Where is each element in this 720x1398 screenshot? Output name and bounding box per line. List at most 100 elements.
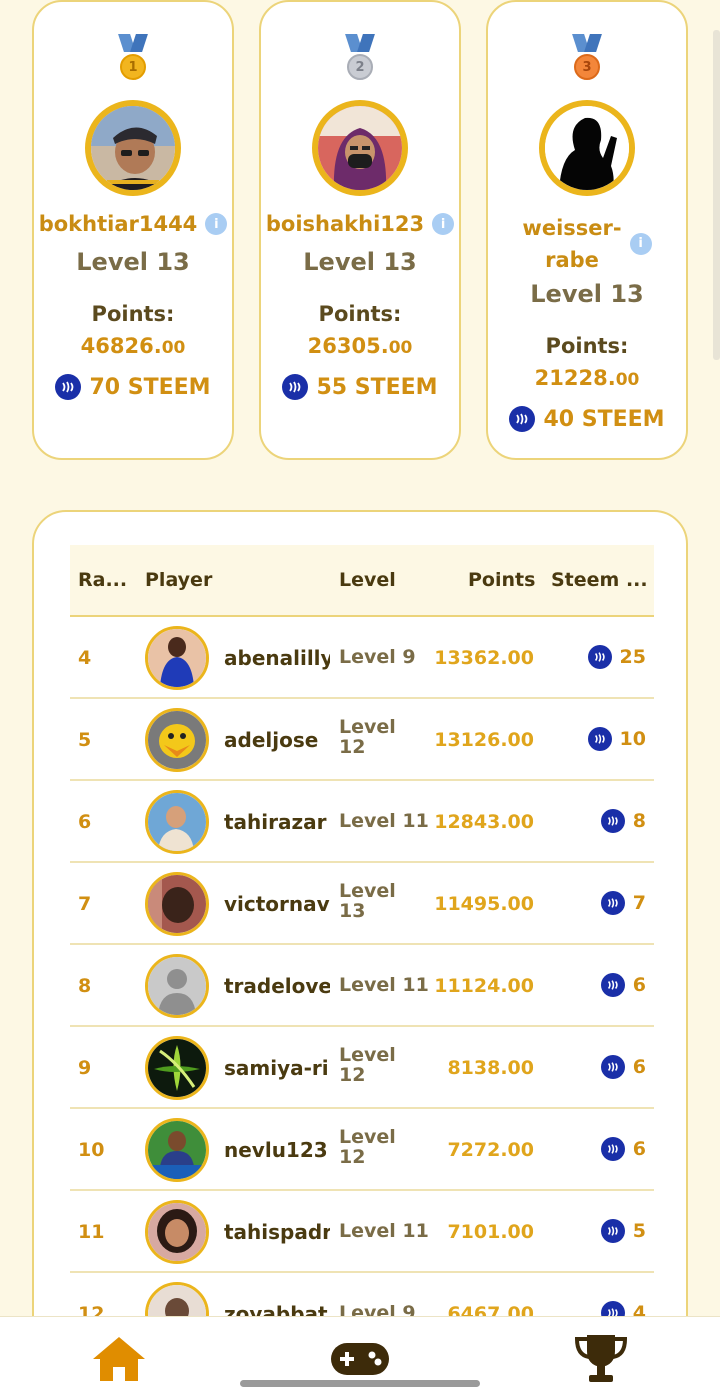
row-level: Level 13 [339, 880, 396, 922]
points-label: Points: [318, 302, 402, 326]
table-row[interactable]: 5 adeljose Level 12 13126.00 10 [70, 699, 654, 781]
podium-level: Level 13 [76, 248, 190, 276]
steem-icon [600, 1137, 625, 1161]
row-player-name[interactable]: tradelove [224, 974, 330, 998]
header-steem[interactable]: Steem ... [551, 569, 648, 591]
info-icon[interactable]: i [205, 213, 228, 235]
podium-level: Level 13 [530, 280, 644, 308]
points-label: Points: [91, 302, 175, 326]
row-rank: 5 [78, 729, 92, 751]
podium-username[interactable]: boishakhi123 i [261, 212, 459, 236]
row-level: Level 11 [339, 974, 429, 996]
avatar[interactable] [85, 100, 181, 196]
row-points: 13126.00 [434, 729, 534, 751]
row-player-name[interactable]: samiya-ri [224, 1056, 330, 1080]
podium-username[interactable]: weisser-rabe i [488, 212, 686, 276]
row-steem: 10 [587, 727, 646, 751]
avatar[interactable] [145, 790, 209, 854]
steem-icon [587, 645, 612, 669]
leaderboard-table: Ra... Player Level Points Steem ... 4 ab… [32, 510, 688, 1398]
podium-card-2[interactable]: 2 boishakhi123 i Level 13 Points: 26305.… [259, 0, 461, 460]
table-row[interactable]: 6 tahirazar Level 11 12843.00 8 [70, 781, 654, 863]
podium-card-3[interactable]: 3 weisser-rabe i Level 13 Points: 21228.… [486, 0, 688, 460]
table-row[interactable]: 11 tahispadr Level 11 7101.00 5 [70, 1191, 654, 1273]
steem-reward: 40 STEEM [488, 406, 686, 432]
table-row[interactable]: 7 victornav Level 13 11495.00 7 [70, 863, 654, 945]
steem-icon [600, 809, 625, 833]
podium-card-1[interactable]: 1 bokhtiar1444 i Level 13 Points: 46826.… [32, 0, 234, 460]
row-steem: 7 [600, 891, 646, 915]
row-points: 8138.00 [447, 1057, 534, 1079]
info-icon[interactable]: i [629, 233, 652, 255]
row-level: Level 9 [339, 646, 416, 668]
table-row[interactable]: 4 abenalilly Level 9 13362.00 25 [70, 617, 654, 699]
steem-icon [55, 374, 82, 400]
header-player[interactable]: Player [145, 569, 212, 591]
row-player-name[interactable]: victornav [224, 892, 330, 916]
silver-medal-icon: 2 [345, 34, 375, 80]
podium-level: Level 13 [303, 248, 417, 276]
avatar[interactable] [145, 1118, 209, 1182]
avatar[interactable] [539, 100, 635, 196]
row-steem: 6 [600, 1055, 646, 1079]
row-points: 11495.00 [434, 893, 534, 915]
steem-reward: 70 STEEM [34, 374, 232, 400]
podium-username[interactable]: bokhtiar1444 i [34, 212, 232, 236]
header-rank[interactable]: Ra... [78, 569, 127, 591]
points-value: 46826.00 [80, 334, 186, 358]
row-player-name[interactable]: adeljose [224, 728, 330, 752]
avatar[interactable] [312, 100, 408, 196]
row-rank: 7 [78, 893, 92, 915]
row-points: 12843.00 [434, 811, 534, 833]
table-row[interactable]: 10 nevlu123 Level 12 7272.00 6 [70, 1109, 654, 1191]
info-icon[interactable]: i [432, 213, 455, 235]
row-level: Level 11 [339, 810, 429, 832]
row-rank: 8 [78, 975, 92, 997]
steem-icon [600, 973, 625, 997]
table-row[interactable]: 8 tradelove Level 11 11124.00 6 [70, 945, 654, 1027]
podium: 1 bokhtiar1444 i Level 13 Points: 46826.… [32, 0, 688, 462]
steem-icon [509, 406, 536, 432]
row-steem: 8 [600, 809, 646, 833]
home-icon[interactable] [89, 1331, 149, 1387]
row-level: Level 12 [339, 716, 396, 758]
row-steem: 25 [587, 645, 646, 669]
avatar[interactable] [145, 626, 209, 690]
header-points[interactable]: Points [468, 569, 535, 591]
row-points: 7272.00 [447, 1139, 534, 1161]
row-rank: 9 [78, 1057, 92, 1079]
trophy-icon[interactable] [571, 1331, 631, 1387]
bronze-medal-icon: 3 [572, 34, 602, 80]
table-header: Ra... Player Level Points Steem ... [70, 545, 654, 617]
row-player-name[interactable]: abenalilly [224, 646, 330, 670]
row-rank: 4 [78, 647, 92, 669]
row-player-name[interactable]: nevlu123 [224, 1138, 330, 1162]
avatar[interactable] [145, 954, 209, 1018]
scrollbar[interactable] [713, 30, 720, 360]
avatar[interactable] [145, 1200, 209, 1264]
row-steem: 5 [600, 1219, 646, 1243]
steem-icon [600, 1219, 625, 1243]
gamepad-icon[interactable] [330, 1331, 390, 1387]
row-rank: 11 [78, 1221, 105, 1243]
row-player-name[interactable]: tahirazar [224, 810, 330, 834]
avatar[interactable] [145, 872, 209, 936]
header-level[interactable]: Level [339, 569, 396, 591]
steem-icon [600, 1055, 625, 1079]
steem-icon [587, 727, 612, 751]
row-steem: 6 [600, 1137, 646, 1161]
avatar[interactable] [145, 1036, 209, 1100]
row-level: Level 11 [339, 1220, 429, 1242]
row-points: 11124.00 [434, 975, 534, 997]
row-level: Level 12 [339, 1044, 396, 1086]
row-rank: 10 [78, 1139, 105, 1161]
avatar[interactable] [145, 708, 209, 772]
home-indicator[interactable] [240, 1380, 480, 1387]
points-label: Points: [545, 334, 629, 358]
row-player-name[interactable]: tahispadr [224, 1220, 330, 1244]
row-points: 7101.00 [447, 1221, 534, 1243]
steem-icon [600, 891, 625, 915]
table-row[interactable]: 9 samiya-ri Level 12 8138.00 6 [70, 1027, 654, 1109]
row-rank: 6 [78, 811, 92, 833]
row-points: 13362.00 [434, 647, 534, 669]
